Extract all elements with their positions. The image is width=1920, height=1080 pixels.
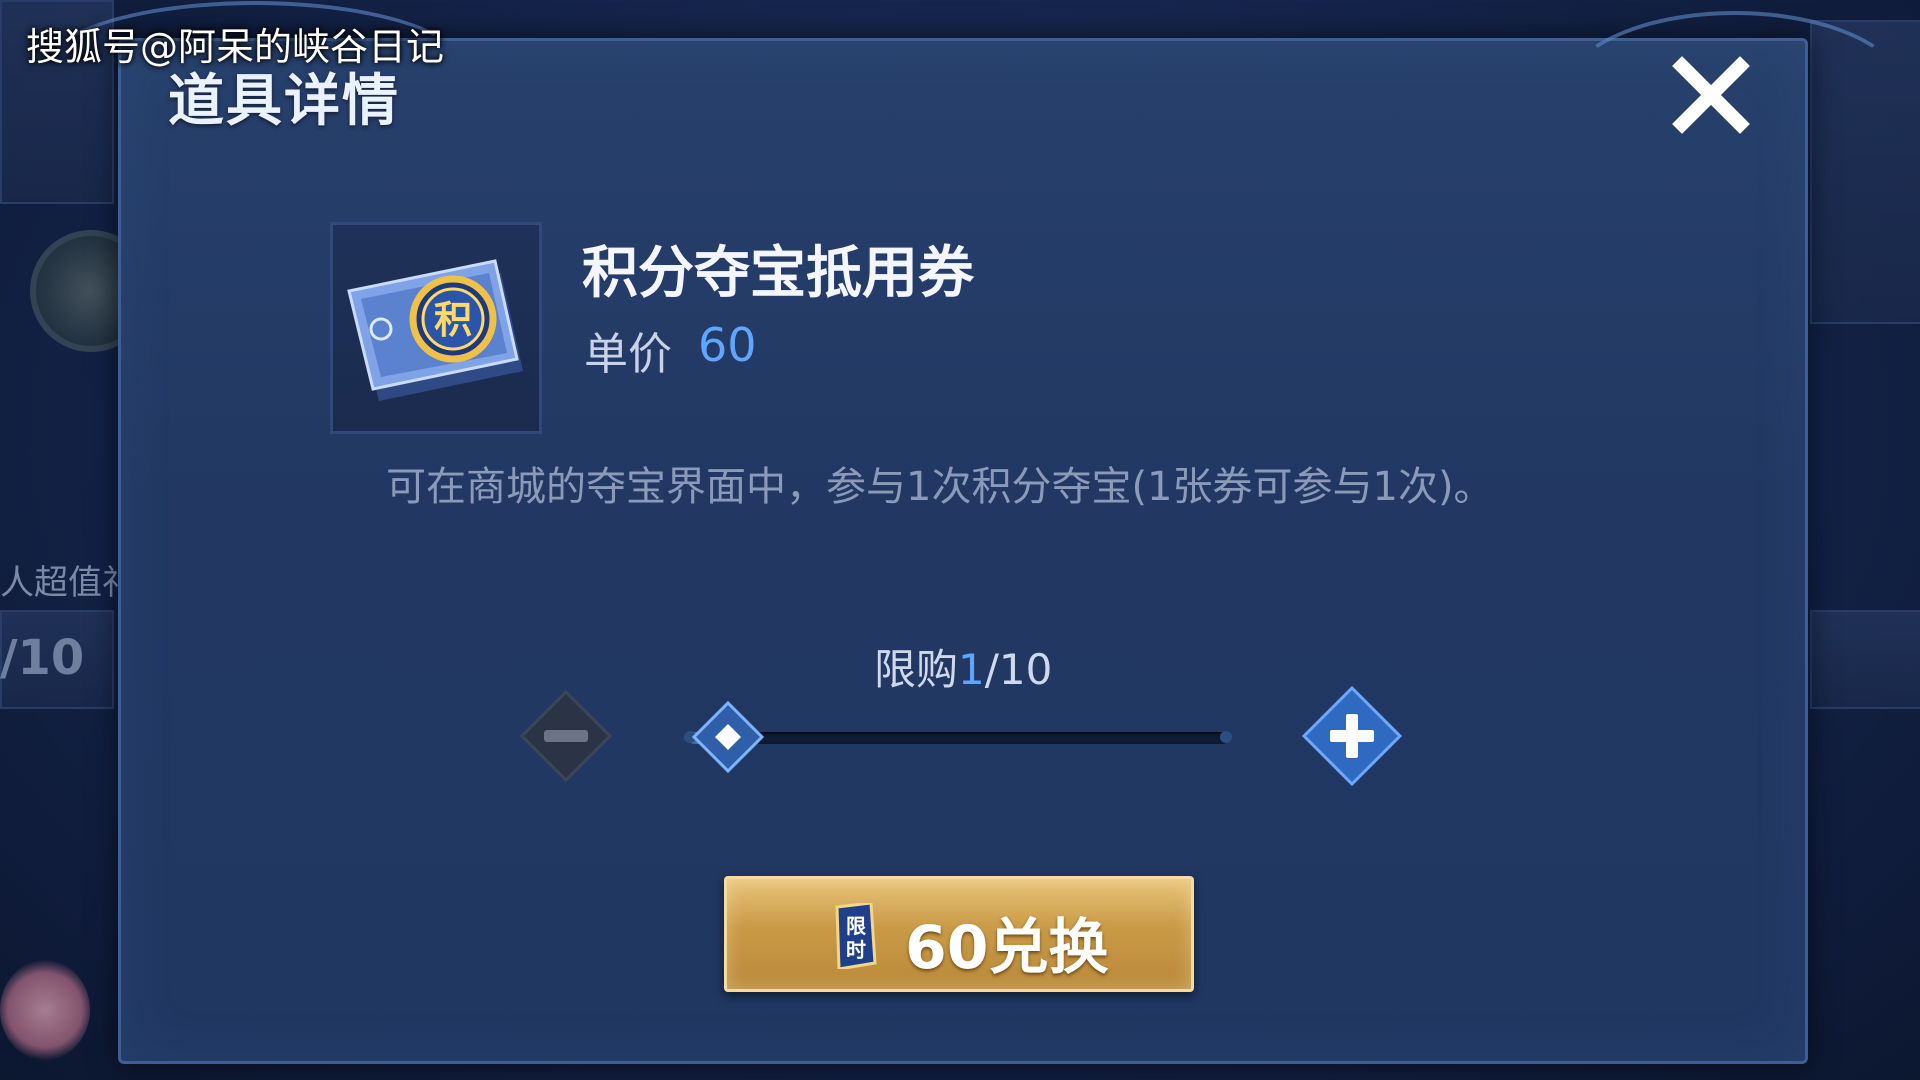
background-label: 人超值礼 [0,563,136,603]
badge-text-1: 限 [846,914,866,938]
price-value: 60 [698,318,757,372]
item-description: 可在商城的夺宝界面中，参与1次积分夺宝(1张券可参与1次)。 [386,464,1494,510]
item-icon-frame: 积 [330,222,542,434]
game-screen: 人超值礼 /10 搜狐号@阿呆的峡谷日记 道具详情 积 积分夺宝抵用券 单价 6… [0,0,1920,1080]
ticket-icon-text: 积 [434,298,472,342]
close-x-icon [1672,56,1750,134]
slider-thumb[interactable] [691,700,765,774]
limit-max: 10 [998,645,1053,694]
quantity-slider[interactable] [684,700,1232,774]
background-flower [0,960,90,1060]
increase-quantity-button[interactable] [1300,684,1404,788]
background-count: /10 [0,630,85,686]
minus-icon [519,689,613,783]
limit-label: 限购 [874,645,959,694]
slider-track [688,732,1228,744]
limited-time-badge-icon: 限 时 [835,903,877,969]
points-ticket-icon: 积 [347,259,523,401]
badge-text-2: 时 [846,938,866,962]
diamond-thumb-icon [691,700,765,774]
watermark: 搜狐号@阿呆的峡谷日记 [26,25,445,69]
limit-separator: / [984,645,999,694]
item-name: 积分夺宝抵用券 [582,241,974,306]
price-label: 单价 [584,329,672,380]
slider-end-dot [1220,731,1232,743]
exchange-button[interactable]: 限 时 60兑换 [724,876,1194,992]
background-card [1810,610,1920,709]
plus-icon [1301,685,1403,787]
exchange-label: 60兑换 [905,913,1109,983]
close-button[interactable] [1668,52,1754,138]
decrease-quantity-button[interactable] [518,688,614,784]
purchase-limit: 限购1/10 [874,636,1052,697]
limit-current: 1 [958,645,985,694]
